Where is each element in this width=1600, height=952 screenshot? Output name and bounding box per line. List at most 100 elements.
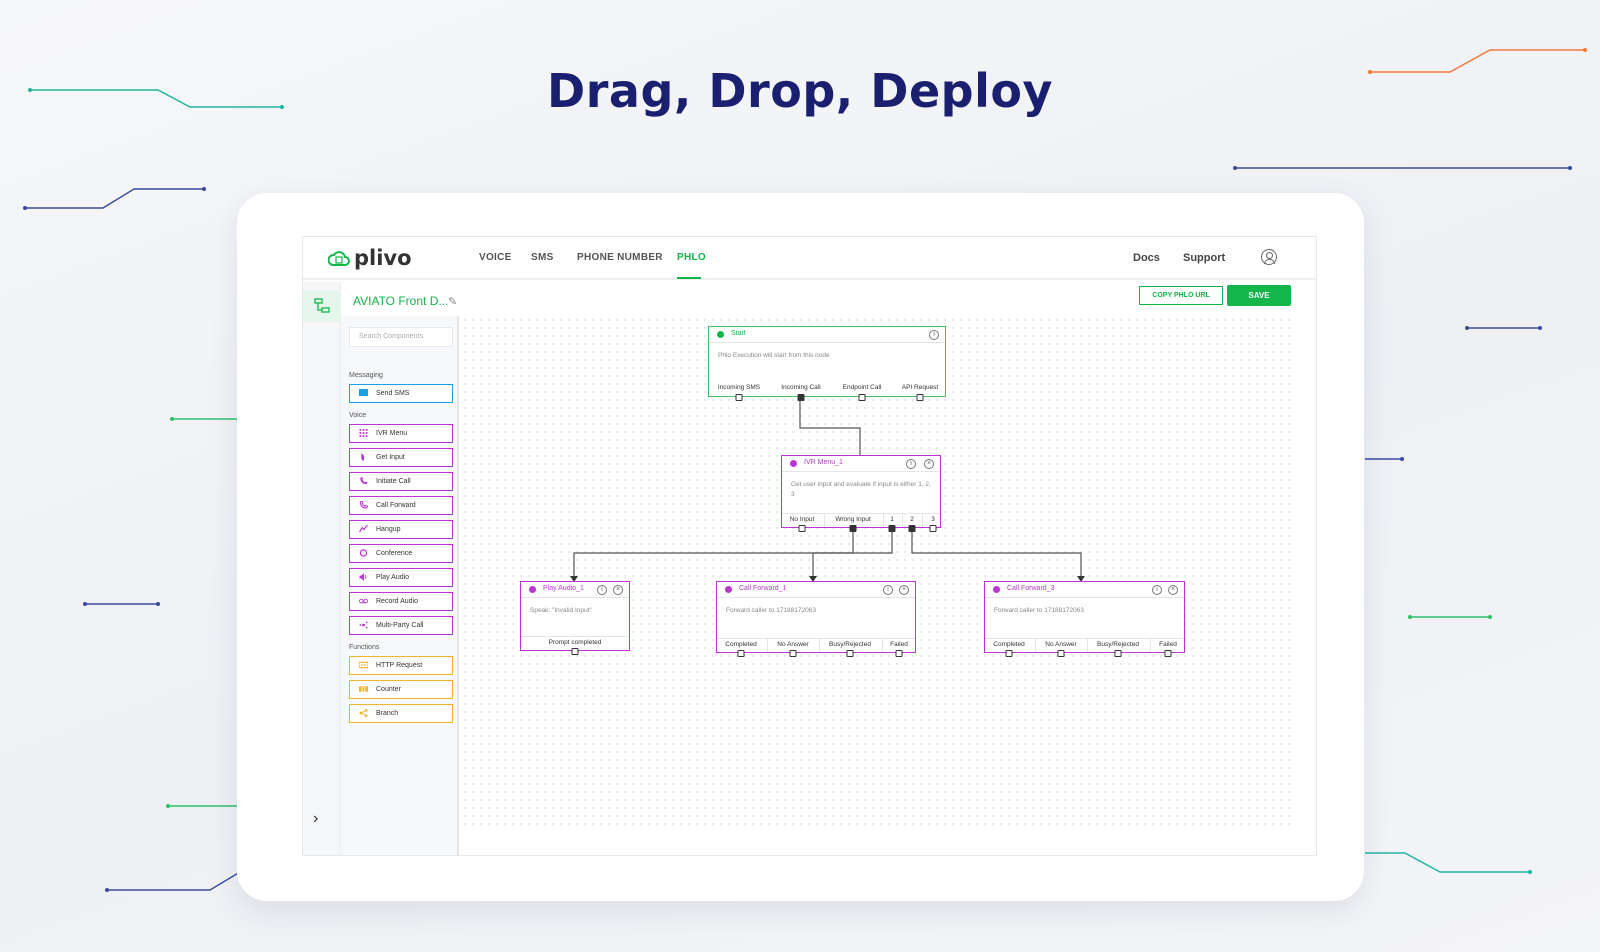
component-label: Branch [376,710,399,717]
cloud-phone-icon [328,251,350,266]
output-pin[interactable] [929,525,937,532]
node-status-dot [717,331,724,338]
port-divider [1150,639,1151,652]
node-header: Call Forward_3 i × [985,582,1184,598]
tab-sms[interactable]: SMS [531,252,554,263]
node-call-forward-1[interactable]: Call Forward_1 i × Forward caller to 171… [716,581,916,657]
component-hangup[interactable]: Hangup [349,520,453,539]
plivo-logo[interactable]: plivo [328,246,412,270]
info-icon[interactable]: i [929,330,939,340]
user-account-icon[interactable] [1261,249,1277,265]
port-divider [767,639,768,652]
port-label: No Input [789,516,815,523]
copy-phlo-url-button[interactable]: COPY PHLO URL [1139,286,1223,305]
edit-pencil-icon[interactable]: ✎ [448,295,457,308]
node-header: IVR Menu_1 i × [782,456,940,472]
output-pin[interactable] [1005,650,1013,657]
port-divider [922,514,923,527]
output-pin[interactable] [735,394,743,401]
component-http-request[interactable]: HTTP Request [349,656,453,675]
port-label: Failed [1159,641,1177,648]
wire-wrong-input-to-play-audio [573,529,854,576]
output-pin-connected[interactable] [888,525,896,532]
save-button[interactable]: SAVE [1227,285,1291,306]
output-pin[interactable] [1114,650,1122,657]
component-ivr-menu[interactable]: IVR Menu [349,424,453,443]
section-functions: Functions [349,644,380,651]
component-play-audio[interactable]: Play Audio [349,568,453,587]
component-label: Send SMS [376,390,410,397]
node-call-forward-3[interactable]: Call Forward_3 i × Forward caller to 171… [984,581,1185,657]
node-play-audio[interactable]: Play Audio_1 i × Speak: "Invalid Input" … [520,581,630,655]
port-divider [1035,639,1036,652]
node-start[interactable]: Start i Phlo Execution will start from t… [708,326,946,401]
phone-icon [360,477,368,485]
component-multi-party-call[interactable]: Multi-Party Call [349,616,453,635]
output-pin-connected[interactable] [849,525,857,532]
info-icon[interactable]: i [906,459,916,469]
output-pin[interactable] [798,525,806,532]
speaker-icon [359,573,367,581]
port-label: Prompt completed [548,639,602,646]
branch-icon [359,709,368,717]
component-send-sms[interactable]: Send SMS [349,384,453,403]
component-counter[interactable]: Counter [349,680,453,699]
node-header: Call Forward_1 i × [717,582,915,598]
close-icon[interactable]: × [613,585,623,595]
output-pin[interactable] [789,650,797,657]
close-icon[interactable]: × [1168,585,1178,595]
output-pin[interactable] [895,650,903,657]
output-pin[interactable] [1057,650,1065,657]
top-navigation-bar: plivo VOICE SMS PHONE NUMBER PHLO Docs S… [303,237,1316,280]
node-title: Call Forward_1 [739,585,787,592]
info-icon[interactable]: i [1152,585,1162,595]
component-conference[interactable]: Conference [349,544,453,563]
rail-phlo-item[interactable] [303,290,341,322]
output-pin[interactable] [916,394,924,401]
node-ports: Completed No Answer Busy/Rejected Failed [985,638,1184,657]
close-icon[interactable]: × [899,585,909,595]
node-status-dot [725,586,732,593]
phlo-name: AVIATO Front D... [353,294,449,308]
node-ports: No Input Wrong Input 1 2 3 [782,513,940,532]
node-status-dot [529,586,536,593]
output-pin-connected[interactable] [908,525,916,532]
output-pin[interactable] [858,394,866,401]
search-components-input[interactable]: Search Components [349,327,453,347]
node-description: Get user input and evaluate if input is … [791,481,931,498]
flow-diagram-icon [314,298,330,313]
output-pin[interactable] [1164,650,1172,657]
tab-phlo[interactable]: PHLO [677,252,706,263]
port-divider [882,639,883,652]
node-header: Start i [709,327,945,343]
component-branch[interactable]: Branch [349,704,453,723]
port-divider [824,514,825,527]
support-link[interactable]: Support [1183,252,1225,264]
component-get-input[interactable]: Get Input [349,448,453,467]
info-icon[interactable]: i [883,585,893,595]
component-label: Initiate Call [376,478,411,485]
component-record-audio[interactable]: Record Audio [349,592,453,611]
output-pin[interactable] [737,650,745,657]
component-label: Play Audio [376,574,410,581]
close-icon[interactable]: × [924,459,934,469]
tab-phone-number[interactable]: PHONE NUMBER [577,252,663,263]
component-call-forward[interactable]: Call Forward [349,496,453,515]
info-icon[interactable]: i [597,585,607,595]
port-label: Incoming SMS [717,384,761,391]
docs-link[interactable]: Docs [1133,252,1160,264]
component-initiate-call[interactable]: Initiate Call [349,472,453,491]
component-palette: Search Components Messaging Send SMS Voi… [341,316,459,855]
output-pin[interactable] [571,648,579,655]
phlo-canvas[interactable]: Start i Phlo Execution will start from t… [461,316,1296,826]
active-tab-indicator [677,277,701,279]
expand-chevron-icon[interactable]: › [313,810,318,828]
node-ivr-menu[interactable]: IVR Menu_1 i × Get user input and evalua… [781,455,941,532]
input-icon [361,453,364,461]
component-label: Get Input [376,454,405,461]
wire-incoming-call-to-ivr [799,399,861,456]
wire-option-2-to-call-forward-3 [911,529,1082,576]
tab-voice[interactable]: VOICE [479,252,512,263]
output-pin[interactable] [846,650,854,657]
output-pin-connected[interactable] [797,394,805,401]
